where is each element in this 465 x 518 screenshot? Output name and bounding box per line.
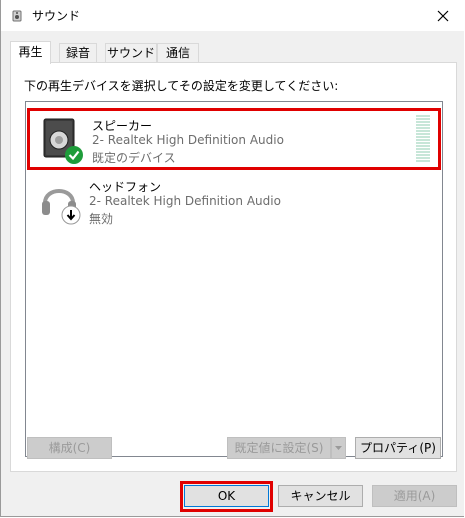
device-name: スピーカー [92,119,153,133]
window-title: サウンド [32,9,81,23]
tab-label: 録音 [65,46,90,60]
headphones-icon [37,177,85,225]
configure-button[interactable]: 構成(C) [27,437,112,459]
tab-playback[interactable]: 再生 [10,41,51,64]
volume-level-meter [416,115,430,163]
set-default-dropdown[interactable] [331,437,346,459]
sound-dialog: サウンド 再生 録音 サウンド 通信 下の再生デバイスを選択してその設定を変更し… [0,0,465,517]
tab-label: 再生 [18,45,43,59]
device-driver: 2- Realtek High Definition Audio [92,133,284,147]
speaker-icon [40,116,88,164]
tab-recording[interactable]: 録音 [59,43,97,62]
device-item-headphones[interactable]: ヘッドフォン 2- Realtek High Definition Audio … [27,172,441,234]
device-status: 既定のデバイス [92,151,176,165]
close-icon [437,10,449,21]
apply-button[interactable]: 適用(A) [372,485,457,507]
device-list[interactable]: スピーカー 2- Realtek High Definition Audio 既… [25,101,443,457]
cancel-button[interactable]: キャンセル [278,485,363,507]
instruction-text: 下の再生デバイスを選択してその設定を変更してください: [24,79,339,93]
sound-app-icon [10,8,26,24]
tab-label: サウンド [106,46,155,60]
close-button[interactable] [420,0,465,31]
device-name: ヘッドフォン [89,180,162,194]
playback-panel: 下の再生デバイスを選択してその設定を変更してください: スピーカー 2- Rea… [10,62,457,472]
tab-sounds[interactable]: サウンド [105,43,157,62]
ok-button[interactable]: OK [184,485,269,507]
title-bar: サウンド [1,0,465,31]
properties-button[interactable]: プロパティ(P) [355,437,441,459]
tab-communications[interactable]: 通信 [157,43,199,62]
set-default-button[interactable]: 既定値に設定(S) [227,437,331,459]
checkmark-badge [65,146,83,164]
chevron-down-icon [335,446,342,450]
device-status: 無効 [89,212,114,226]
device-item-speaker[interactable]: スピーカー 2- Realtek High Definition Audio 既… [27,108,441,170]
tab-label: 通信 [165,46,190,60]
device-driver: 2- Realtek High Definition Audio [89,194,281,208]
